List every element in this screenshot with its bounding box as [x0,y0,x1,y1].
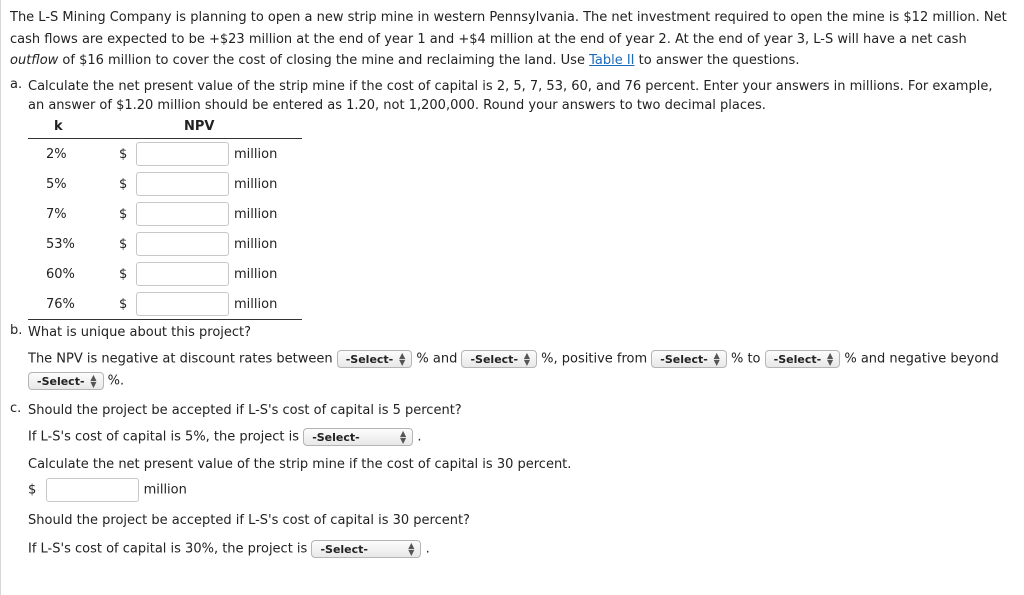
part-a-letter: a. [10,77,23,92]
select-positive-to[interactable]: -Select- ▲ ▼ [764,350,841,368]
intro-italic: outflow [10,53,59,68]
sentence-text: If L-S's cost of capital is 5%, the proj… [28,429,300,445]
sentence-text: The NPV is negative at discount rates be… [28,351,333,367]
select-negative-to[interactable]: -Select- ▲ ▼ [461,350,538,368]
currency-label: $ [119,267,128,282]
part-c-question: Should the project be accepted if L-S's … [28,403,462,418]
table-row: 76% $ million [28,289,302,319]
unit-label: million [143,482,187,498]
currency-label: $ [119,207,128,222]
part-c-question-30pct: Should the project be accepted if L-S's … [28,513,470,528]
select-arrows-icon: ▲ ▼ [713,351,720,367]
table-ii-link[interactable]: Table II [589,53,634,68]
table-row: 2% $ million [28,139,302,169]
unit-label: million [234,267,278,282]
select-accept-5pct[interactable]: -Select- ▲ ▼ [303,428,414,446]
rate-label: 5% [46,177,67,192]
table-row: 5% $ million [28,169,302,199]
period: . [425,541,430,557]
npv-table: k NPV 2% $ million 5% $ million 7% $ mil… [28,116,302,319]
header-npv: NPV [184,119,215,134]
select-arrows-icon: ▲ ▼ [523,351,531,367]
unit-label: million [234,177,278,192]
npv-input-7pct[interactable] [136,202,229,226]
part-c-line-30pct: If L-S's cost of capital is 30%, the pro… [28,540,430,558]
npv-input-76pct[interactable] [136,292,229,316]
period: . [417,429,422,445]
select-label: -Select- [320,543,368,556]
table-row: 53% $ million [28,229,302,259]
sentence-text: %. [107,373,125,389]
currency-label: $ [119,177,128,192]
rate-label: 7% [46,207,67,222]
select-arrows-icon: ▲ ▼ [399,351,406,367]
unit-label: million [234,237,278,252]
rate-label: 2% [46,147,67,162]
select-label: -Select- [345,353,394,366]
npv-input-30pct[interactable] [46,478,140,502]
select-accept-30pct[interactable]: -Select- ▲ ▼ [311,540,422,558]
unit-label: million [234,147,278,162]
select-negative-from[interactable]: -Select- ▲ ▼ [336,350,413,368]
table-row: 60% $ million [28,259,302,289]
npv-table-header: k NPV [28,116,302,139]
intro-text-end: to answer the questions. [634,53,800,68]
currency-label: $ [28,482,37,498]
npv-input-60pct[interactable] [136,262,229,286]
part-b-sentence: The NPV is negative at discount rates be… [28,350,999,368]
part-c-input-line: $ million [28,478,187,502]
table-row: 7% $ million [28,199,302,229]
problem-intro: The L-S Mining Company is planning to op… [10,7,1015,72]
currency-label: $ [119,297,128,312]
select-label: -Select- [312,431,360,444]
part-b-question: What is unique about this project? [28,325,252,340]
sentence-text: % and [416,351,458,367]
rate-label: 53% [46,237,75,252]
sentence-text: % and negative beyond [844,351,999,367]
header-k: k [54,119,63,134]
select-arrows-icon: ▲ ▼ [400,429,407,445]
select-arrows-icon: ▲ ▼ [90,373,97,389]
part-c-line-5pct: If L-S's cost of capital is 5%, the proj… [28,428,421,446]
intro-text: The L-S Mining Company is planning to op… [10,10,1007,47]
rate-label: 60% [46,267,75,282]
npv-input-5pct[interactable] [136,172,229,196]
part-b-sentence-cont: -Select- ▲ ▼ %. [28,372,124,390]
currency-label: $ [119,147,128,162]
content-frame: The L-S Mining Company is planning to op… [0,0,1024,595]
part-b-letter: b. [10,323,23,338]
select-negative-beyond[interactable]: -Select- ▲ ▼ [28,372,104,390]
select-label: -Select- [37,375,85,388]
part-a-question: Calculate the net present value of the s… [28,79,993,113]
select-positive-from[interactable]: -Select- ▲ ▼ [651,350,727,368]
rate-label: 76% [46,297,75,312]
sentence-text: If L-S's cost of capital is 30%, the pro… [28,541,308,557]
part-c-calc-30pct: Calculate the net present value of the s… [28,457,572,472]
table-bottom-rule [28,319,302,320]
sentence-text: %, positive from [541,351,648,367]
unit-label: million [234,207,278,222]
sentence-text: % to [730,351,761,367]
npv-input-2pct[interactable] [136,142,229,166]
select-label: -Select- [660,353,708,366]
intro-text-2: of $16 million to cover the cost of clos… [58,53,590,68]
select-label: -Select- [470,353,519,366]
unit-label: million [234,297,278,312]
select-arrows-icon: ▲ ▼ [827,351,834,367]
currency-label: $ [119,237,128,252]
part-c-letter: c. [10,401,22,416]
select-arrows-icon: ▲ ▼ [408,541,415,557]
npv-input-53pct[interactable] [136,232,229,256]
select-label: -Select- [773,353,822,366]
